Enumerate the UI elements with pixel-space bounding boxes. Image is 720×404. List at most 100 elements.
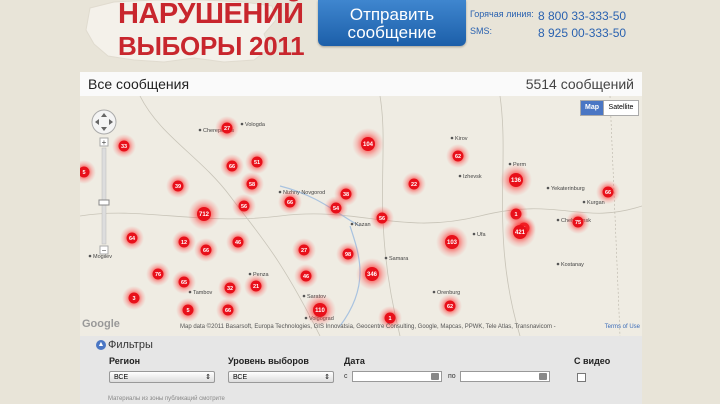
city-dot [556, 262, 560, 266]
map-copyright: Map data ©2011 Basarsoft, Europa Technol… [180, 324, 556, 330]
cluster-marker[interactable]: 76 [146, 262, 170, 286]
google-logo: Google [82, 318, 120, 330]
city-dot [384, 256, 388, 260]
filters-note: Материалы из зоны публикаций смотрите [108, 396, 225, 402]
cluster-count: 346 [367, 272, 378, 278]
hotline-number[interactable]: 8 800 33-333-50 [538, 9, 626, 23]
cluster-count: 33 [121, 144, 127, 150]
svg-text:−: − [102, 246, 107, 255]
cluster-marker[interactable]: 33 [112, 134, 136, 158]
map-view[interactable]: VologdaCherepovetsKirovPermNizhny Novgor… [80, 96, 642, 336]
region-select[interactable]: ВСЕ ⇕ [109, 371, 215, 383]
cluster-marker[interactable]: 712 [188, 198, 220, 230]
city-label: Kostanay [561, 262, 584, 268]
city-dot [450, 136, 454, 140]
cluster-marker[interactable]: 64 [120, 226, 144, 250]
cluster-marker[interactable]: 12 [172, 230, 196, 254]
cluster-marker[interactable]: 27 [215, 116, 239, 140]
hotline-label: Горячая линия: [470, 9, 534, 19]
cluster-marker[interactable]: 62 [446, 144, 470, 168]
cluster-count: 5 [186, 308, 189, 314]
date-from-label: с [344, 373, 348, 380]
cluster-count: 12 [181, 240, 187, 246]
date-to-label: по [448, 373, 456, 380]
city-dot [198, 128, 202, 132]
video-checkbox[interactable] [577, 373, 586, 382]
select-arrows-icon: ⇕ [324, 374, 330, 381]
cluster-count: 712 [199, 212, 210, 218]
video-label: С видео [574, 356, 611, 366]
city-dot [240, 122, 244, 126]
messages-panel: Все сообщения 5514 сообщений VologdaCher… [80, 72, 642, 404]
send-message-button[interactable]: Отправить сообщение [318, 0, 466, 46]
cluster-count: 66 [203, 248, 209, 254]
city-dot [556, 218, 560, 222]
cluster-marker[interactable]: 54 [324, 196, 348, 220]
cluster-count: 104 [363, 142, 374, 148]
calendar-icon[interactable] [431, 373, 439, 380]
cluster-marker[interactable]: 21 [244, 274, 268, 298]
map-type-satellite-button[interactable]: Satellite [603, 100, 639, 116]
cluster-count: 56 [379, 216, 385, 222]
cluster-marker[interactable]: 5 [176, 298, 200, 322]
cluster-marker[interactable]: 58 [240, 172, 264, 196]
date-label: Дата [344, 356, 365, 366]
cluster-marker[interactable]: 66 [216, 298, 240, 322]
cluster-count: 54 [333, 206, 340, 212]
region-select-value: ВСЕ [114, 374, 129, 381]
cluster-count: 46 [235, 240, 241, 246]
city-label: Izhevsk [463, 174, 482, 180]
cluster-marker[interactable]: 66 [220, 154, 244, 178]
map-canvas[interactable]: VologdaCherepovetsKirovPermNizhny Novgor… [80, 96, 642, 336]
cluster-count: 27 [301, 248, 307, 254]
cluster-marker[interactable]: 136 [500, 164, 532, 196]
panel-header: Все сообщения 5514 сообщений [80, 72, 642, 97]
city-dot [432, 290, 436, 294]
city-dot [350, 222, 354, 226]
cluster-marker[interactable]: 3 [122, 286, 146, 310]
date-from-input[interactable] [352, 371, 442, 382]
cluster-count: 66 [229, 164, 235, 170]
cluster-count: 66 [225, 308, 231, 314]
cluster-marker[interactable]: 65 [172, 270, 196, 294]
date-to-input[interactable] [460, 371, 550, 382]
filters-toggle[interactable]: ▲ Фильтры [96, 339, 153, 351]
cluster-marker[interactable]: 62 [438, 294, 462, 318]
cluster-marker[interactable]: 66 [194, 238, 218, 262]
cluster-marker[interactable]: 56 [370, 206, 394, 230]
cluster-marker[interactable]: 103 [436, 226, 468, 258]
city-dot [278, 190, 282, 194]
sms-number[interactable]: 8 925 00-333-50 [538, 26, 626, 40]
cluster-count: 110 [315, 308, 325, 314]
cluster-marker[interactable]: 51 [245, 150, 269, 174]
cluster-marker[interactable]: 75 [566, 210, 590, 234]
cluster-count: 21 [253, 284, 259, 290]
terms-of-use-link[interactable]: Terms of Use [605, 324, 640, 330]
svg-text:+: + [102, 138, 107, 147]
map-type-map-button[interactable]: Map [580, 100, 604, 116]
city-label: Tambov [193, 290, 213, 296]
cluster-marker[interactable]: 98 [336, 242, 360, 266]
cluster-marker[interactable]: 56 [232, 194, 256, 218]
city-dot [302, 294, 306, 298]
cluster-marker[interactable]: 66 [596, 180, 620, 204]
cluster-marker[interactable]: 27 [292, 238, 316, 262]
cluster-count: 65 [181, 280, 187, 286]
cluster-marker[interactable]: 22 [402, 172, 426, 196]
cluster-marker[interactable]: 104 [352, 128, 384, 160]
cluster-marker[interactable]: 32 [218, 276, 242, 300]
cluster-marker[interactable]: 421 [504, 216, 536, 248]
cluster-marker[interactable]: 46 [226, 230, 250, 254]
cluster-marker[interactable]: 110 [304, 294, 336, 326]
cluster-count: 56 [241, 204, 247, 210]
city-label: Kirov [455, 136, 468, 142]
cluster-marker[interactable]: 39 [166, 174, 190, 198]
pan-control[interactable] [91, 109, 117, 135]
calendar-icon[interactable] [539, 373, 547, 380]
election-level-label: Уровень выборов [228, 356, 309, 366]
cluster-marker[interactable]: 46 [294, 264, 318, 288]
cluster-marker[interactable]: 66 [278, 190, 302, 214]
election-level-select[interactable]: ВСЕ ⇕ [228, 371, 334, 383]
city-dot [458, 174, 462, 178]
cluster-marker[interactable]: 346 [356, 258, 388, 290]
